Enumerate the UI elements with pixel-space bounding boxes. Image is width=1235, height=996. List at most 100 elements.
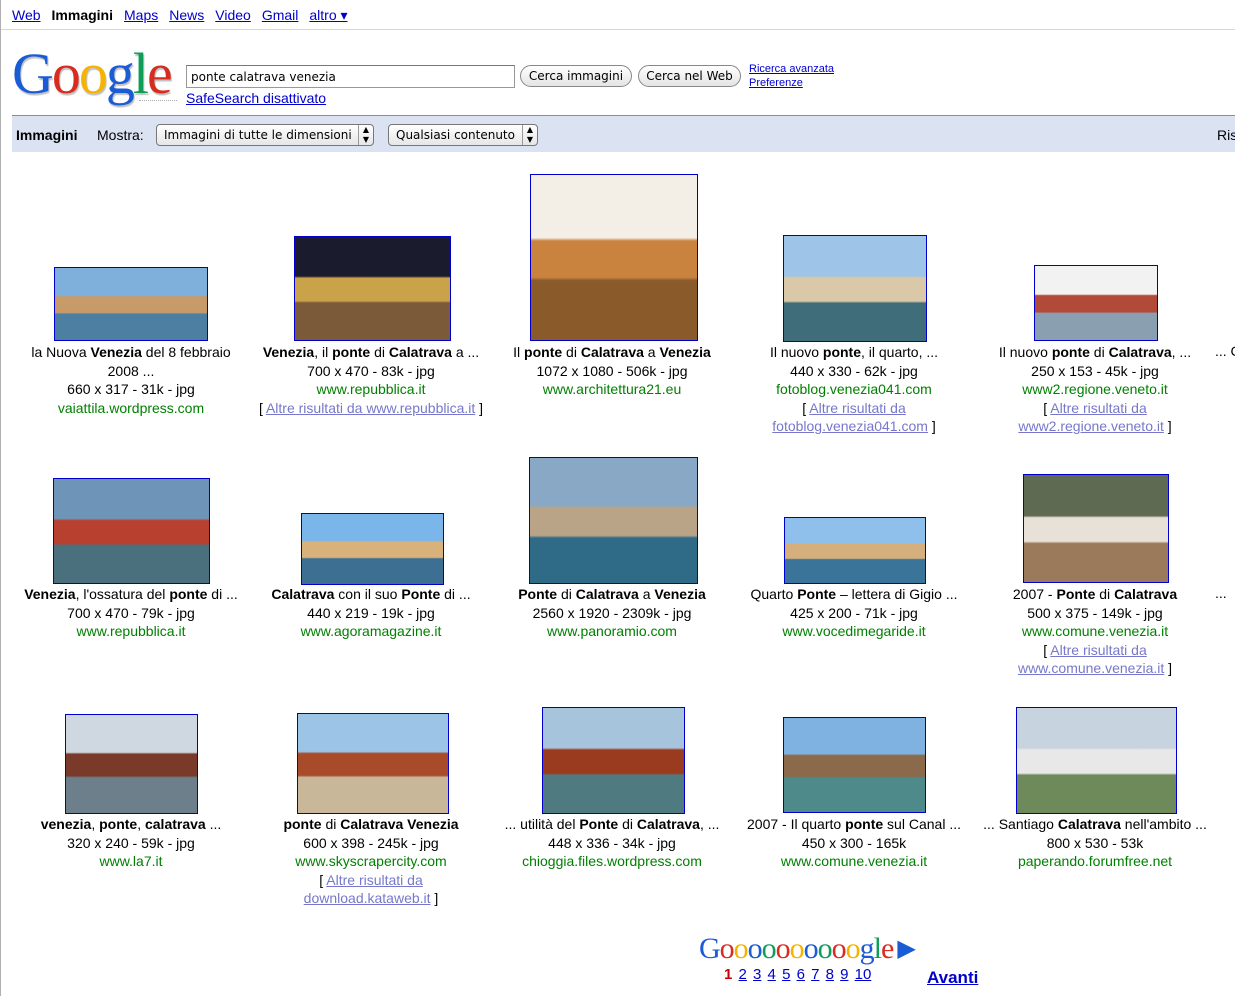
result-thumbnail[interactable] <box>542 707 685 814</box>
page-8[interactable]: 8 <box>826 966 834 983</box>
more-results-link[interactable]: Altre risultati da <box>326 872 422 888</box>
safesearch-link[interactable]: SafeSearch disattivato <box>186 90 326 106</box>
advanced-search-link[interactable]: Ricerca avanzata <box>749 62 834 76</box>
size-select[interactable]: Immagini di tutte le dimensioni ▲ ▼ <box>156 124 374 146</box>
page-6[interactable]: 6 <box>797 966 805 983</box>
result-dimensions: 2560 x 1920 - 2309k - jpg <box>532 604 692 621</box>
result-cell: 2007 - Il quarto ponte sul Canal ... 450 … <box>734 815 974 871</box>
result-thumbnail[interactable] <box>783 235 927 342</box>
result-thumbnail[interactable] <box>65 714 198 814</box>
result-caption: ... Santiago Calatrava nell'ambito ... <box>983 816 1207 832</box>
more-results-link[interactable]: download.kataweb.it <box>304 890 431 906</box>
more-results-link[interactable]: fotoblog.venezia041.com <box>772 418 928 434</box>
more-results-link[interactable]: www.comune.venezia.it <box>1018 660 1164 676</box>
result-thumbnail[interactable] <box>1034 265 1158 341</box>
page-5[interactable]: 5 <box>782 966 790 983</box>
result-thumbnail[interactable] <box>301 513 444 585</box>
result-caption: 2007 - Il quarto ponte sul Canal ... <box>747 816 961 832</box>
more-results-link[interactable]: Altre risultati da www.repubblica.it <box>266 400 475 416</box>
more-results: www2.regione.veneto.it ] <box>1018 418 1172 434</box>
top-navigation: Web Immagini Maps News Video Gmail altro ▾ <box>12 7 359 24</box>
page-2[interactable]: 2 <box>739 966 747 983</box>
result-thumbnail[interactable] <box>529 457 698 584</box>
pager-letter: o <box>775 932 791 965</box>
result-cell: Quarto Ponte – lettera di Gigio ... 425 x… <box>734 585 974 641</box>
more-results: www.comune.venezia.it ] <box>1017 660 1173 676</box>
result-caption: Calatrava con il suo Ponte di ... <box>271 586 471 602</box>
result-thumbnail[interactable] <box>1023 474 1169 583</box>
result-dimensions: 500 x 375 - 149k - jpg <box>1027 604 1163 621</box>
result-host: www.repubblica.it <box>76 623 186 639</box>
search-images-button[interactable]: Cerca immagini <box>520 65 632 87</box>
result-cell: 2007 - Ponte di Calatrava 500 x 375 - 149… <box>975 585 1215 678</box>
pager-letter: o <box>761 932 777 965</box>
page-4[interactable]: 4 <box>768 966 776 983</box>
nav-more[interactable]: altro ▾ <box>309 7 347 24</box>
result-thumbnail[interactable] <box>783 717 926 813</box>
result-caption: Il nuovo ponte di Calatrava, ... <box>998 344 1192 360</box>
nav-news[interactable]: News <box>169 7 204 23</box>
result-thumbnail[interactable] <box>53 478 210 584</box>
pager-letter: o <box>831 932 847 965</box>
preferences-link[interactable]: Preferenze <box>749 76 834 90</box>
result-host: fotoblog.venezia041.com <box>776 381 932 397</box>
nav-video[interactable]: Video <box>215 7 251 23</box>
result-dimensions: 1072 x 1080 - 506k - jpg <box>536 362 688 379</box>
result-dimensions: 425 x 200 - 71k - jpg <box>790 604 918 621</box>
next-page-link[interactable]: Avanti <box>927 968 978 988</box>
result-thumbnail[interactable] <box>297 713 449 814</box>
result-caption: Venezia, l'ossatura del ponte di ... <box>24 586 238 602</box>
result-thumbnail[interactable] <box>530 174 698 341</box>
result-caption: Il ponte di Calatrava a Venezia <box>513 344 711 360</box>
logo-letter: e <box>147 41 173 106</box>
more-results-link[interactable]: Altre risultati da <box>809 400 905 416</box>
results-stats: Ris <box>1217 127 1235 143</box>
result-thumbnail[interactable] <box>784 517 926 584</box>
logo-underline <box>139 100 177 104</box>
content-select[interactable]: Qualsiasi contenuto ▲ ▼ <box>388 124 538 146</box>
result-cell: ... utilità del Ponte di Calatrava, ... 4… <box>492 815 732 871</box>
size-select-value: Immagini di tutte le dimensioni <box>164 128 352 142</box>
more-results-link[interactable]: Altre risultati da <box>1050 642 1146 658</box>
page-10[interactable]: 10 <box>855 966 872 983</box>
pager-letter: o <box>803 932 819 965</box>
result-host: www.la7.it <box>99 853 163 869</box>
result-host: www.architettura21.eu <box>542 381 682 397</box>
result-host: www.agoramagazine.it <box>300 623 442 639</box>
page-9[interactable]: 9 <box>840 966 848 983</box>
truncated-result: ... C <box>1215 343 1235 359</box>
result-caption-cont: 2008 ... <box>107 362 155 379</box>
result-cell: Venezia, il ponte di Calatrava a ... 700 … <box>251 343 491 417</box>
search-input[interactable] <box>186 65 515 88</box>
more-results-link[interactable]: www2.regione.veneto.it <box>1018 418 1164 434</box>
divider <box>1 29 1235 30</box>
next-arrow-icon[interactable]: ▶ <box>897 932 915 966</box>
result-caption: Il nuovo ponte, il quarto, ... <box>769 344 939 360</box>
page-7[interactable]: 7 <box>811 966 819 983</box>
result-cell: Il nuovo ponte di Calatrava, ... 250 x 15… <box>975 343 1215 436</box>
result-thumbnail[interactable] <box>54 267 208 341</box>
result-cell: Ponte di Calatrava a Venezia 2560 x 1920 … <box>492 585 732 641</box>
pager-letter: o <box>789 932 805 965</box>
result-dimensions: 700 x 470 - 79k - jpg <box>67 604 195 621</box>
result-caption: Quarto Ponte – lettera di Gigio ... <box>750 586 958 602</box>
google-logo[interactable]: Google <box>12 42 177 106</box>
results-bar: Immagini Mostra: Immagini di tutte le di… <box>12 115 1235 152</box>
more-results: [ Altre risultati da <box>1043 399 1147 416</box>
pager-letter: o <box>719 932 735 965</box>
nav-maps[interactable]: Maps <box>124 7 158 23</box>
more-results-link[interactable]: Altre risultati da <box>1050 400 1146 416</box>
search-web-button[interactable]: Cerca nel Web <box>638 65 741 87</box>
logo-letter: o <box>78 41 108 106</box>
page-3[interactable]: 3 <box>753 966 761 983</box>
logo-letter: g <box>105 41 135 106</box>
result-thumbnail[interactable] <box>1016 707 1177 814</box>
nav-web[interactable]: Web <box>12 7 41 23</box>
nav-immagini[interactable]: Immagini <box>52 7 113 23</box>
nav-gmail[interactable]: Gmail <box>262 7 299 23</box>
search-options: Ricerca avanzata Preferenze <box>749 62 834 90</box>
result-dimensions: 250 x 153 - 45k - jpg <box>1031 362 1159 379</box>
result-caption: Venezia, il ponte di Calatrava a ... <box>262 344 480 360</box>
result-thumbnail[interactable] <box>294 236 451 341</box>
result-dimensions: 448 x 336 - 34k - jpg <box>548 834 676 851</box>
